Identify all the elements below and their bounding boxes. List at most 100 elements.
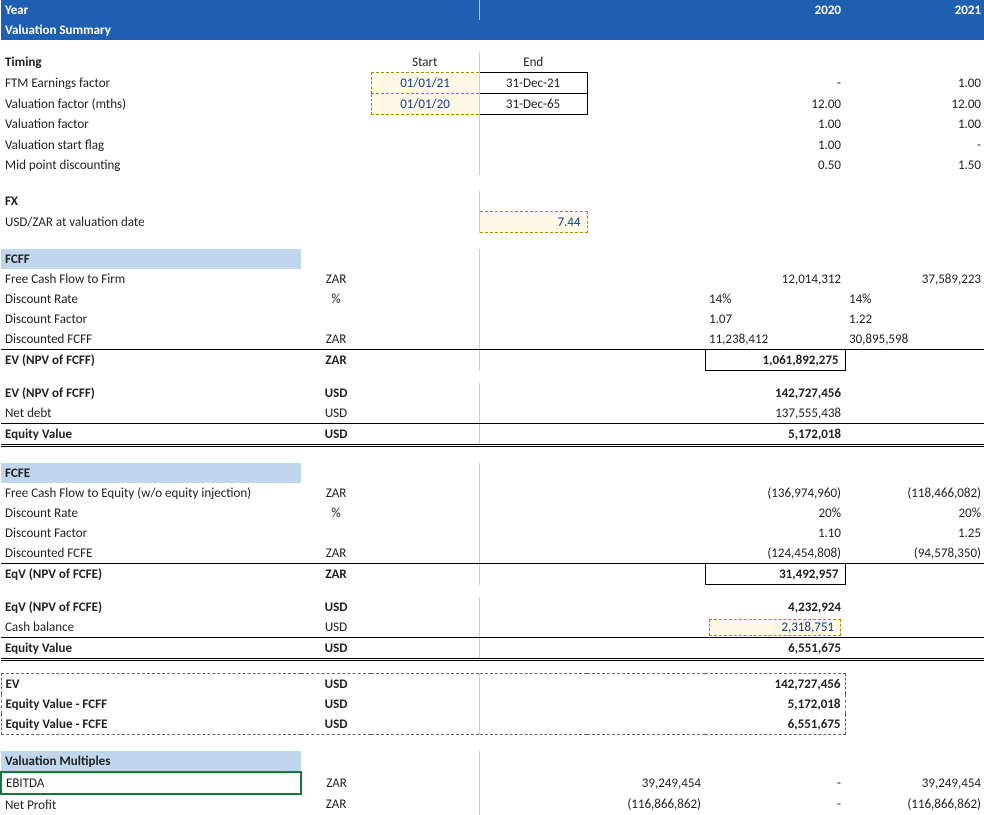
fcfe-title: FCFE <box>1 463 301 483</box>
ebitda-selected-cell: EBITDA <box>1 772 301 794</box>
netprofit-2020: - <box>705 794 845 815</box>
fcfe-eqvusd-2020: 4,232,924 <box>705 597 845 617</box>
fcfe-eqvusd-unit: USD <box>301 597 371 617</box>
netprofit-total: (116,866,862) <box>587 794 705 815</box>
vf-label: Valuation factor <box>1 115 301 136</box>
fcff-disc-label: Discounted FCFF <box>1 329 301 350</box>
ebitda-2021: 39,249,454 <box>845 772 984 794</box>
fcfe-eqv-unit: ZAR <box>301 564 371 585</box>
fcff-evusd-unit: USD <box>301 383 371 403</box>
ebitda-total: 39,249,454 <box>587 772 705 794</box>
timing-start-hdr: Start <box>371 52 479 73</box>
fcff-disc-2020: 11,238,412 <box>705 329 845 350</box>
midpt-label: Mid point discounting <box>1 155 301 175</box>
summary-ev-unit: USD <box>301 674 371 695</box>
fcff-free-unit: ZAR <box>301 269 371 289</box>
fcff-free-label: Free Cash Flow to Firm <box>1 269 301 289</box>
summary-ev-label: EV <box>1 674 301 695</box>
fcff-dfact-2020: 1.07 <box>705 309 845 329</box>
fcff-eqv-label: Equity Value <box>1 424 301 446</box>
fcff-drate-unit: % <box>301 289 371 309</box>
netprofit-2021: (116,866,862) <box>845 794 984 815</box>
vfmths-end[interactable]: 31-Dec-65 <box>479 94 587 115</box>
fcff-drate-label: Discount Rate <box>1 289 301 309</box>
fcfe-cash-label: Cash balance <box>1 617 301 638</box>
hdr-2021: 2021 <box>845 0 984 20</box>
fcff-disc-unit: ZAR <box>301 329 371 350</box>
fcff-free-2020: 12,014,312 <box>705 269 845 289</box>
fcfe-free-2021: (118,466,082) <box>845 483 984 503</box>
ftm-2021: 1.00 <box>845 73 984 94</box>
fx-rate-input[interactable]: 7.44 <box>479 212 587 233</box>
fx-rate-label: USD/ZAR at valuation date <box>1 212 301 233</box>
fcfe-free-2020: (136,974,960) <box>705 483 845 503</box>
header-row: Year 2020 2021 <box>1 0 984 20</box>
vfmths-label: Valuation factor (mths) <box>1 94 301 115</box>
fcfe-eqv-label: EqV (NPV of FCFE) <box>1 564 301 585</box>
fcfe-free-unit: ZAR <box>301 483 371 503</box>
ebitda-unit: ZAR <box>301 772 371 794</box>
fcff-netdebt-2020: 137,555,438 <box>705 403 845 424</box>
fcfe-eqvusd-label: EqV (NPV of FCFE) <box>1 597 301 617</box>
summary-eqvfcff-2020: 5,172,018 <box>705 694 845 714</box>
fcfe-drate-2021: 20% <box>845 503 984 523</box>
fcff-evusd-2020: 142,727,456 <box>705 383 845 403</box>
vf-2021: 1.00 <box>845 115 984 136</box>
fcff-eqv-2020: 5,172,018 <box>705 424 845 446</box>
hdr-year: Year <box>1 0 301 20</box>
summary-ev-2020: 142,727,456 <box>705 674 845 695</box>
fcfe-disc-2020: (124,454,808) <box>705 543 845 564</box>
ebitda-2020: - <box>705 772 845 794</box>
fcfe-equity-2020: 6,551,675 <box>705 638 845 660</box>
fcfe-section: FCFE <box>1 463 984 483</box>
ftm-start-input[interactable]: 01/01/21 <box>371 73 479 94</box>
fcff-ev-2020: 1,061,892,275 <box>705 350 845 371</box>
fcfe-disc-label: Discounted FCFE <box>1 543 301 564</box>
fcff-drate-2021: 14% <box>845 289 984 309</box>
fcff-free-2021: 37,589,223 <box>845 269 984 289</box>
fcff-dfact-2021: 1.22 <box>845 309 984 329</box>
vfmths-start-input[interactable]: 01/01/20 <box>371 94 479 115</box>
fcff-dfact-label: Discount Factor <box>1 309 301 329</box>
fcfe-free-label: Free Cash Flow to Equity (w/o equity inj… <box>1 483 301 503</box>
ftm-end[interactable]: 31-Dec-21 <box>479 73 587 94</box>
fcfe-dfact-label: Discount Factor <box>1 523 301 543</box>
ftm-2020: - <box>705 73 845 94</box>
fcff-netdebt-unit: USD <box>301 403 371 424</box>
fcfe-drate-unit: % <box>301 503 371 523</box>
fcff-section: FCFF <box>1 249 984 269</box>
valuation-sheet[interactable]: Year 2020 2021 Valuation Summary Timing … <box>0 0 984 815</box>
multiples-title: Valuation Multiples <box>1 751 301 772</box>
fcfe-dfact-2021: 1.25 <box>845 523 984 543</box>
fcfe-equity-unit: USD <box>301 638 371 660</box>
vsflag-2020: 1.00 <box>705 135 845 155</box>
vf-2020: 1.00 <box>705 115 845 136</box>
midpt-2021: 1.50 <box>845 155 984 175</box>
fcfe-equity-label: Equity Value <box>1 638 301 660</box>
multiples-section: Valuation Multiples <box>1 751 984 772</box>
vsflag-2021: - <box>845 135 984 155</box>
fcfe-dfact-2020: 1.10 <box>705 523 845 543</box>
fcfe-drate-2020: 20% <box>705 503 845 523</box>
fcfe-cash-unit: USD <box>301 617 371 638</box>
valuation-summary-label: Valuation Summary <box>1 20 984 40</box>
summary-eqvfcfe-unit: USD <box>301 714 371 735</box>
netprofit-label: Net Profit <box>1 794 301 815</box>
fcfe-cash-input[interactable]: 2,318,751 <box>709 619 841 636</box>
fcff-eqv-unit: USD <box>301 424 371 446</box>
ebitda-label[interactable]: EBITDA <box>6 776 44 791</box>
fcfe-eqv-2020: 31,492,957 <box>705 564 845 585</box>
fcff-evusd-label: EV (NPV of FCFF) <box>1 383 301 403</box>
summary-eqvfcfe-label: Equity Value - FCFE <box>1 714 301 735</box>
midpt-2020: 0.50 <box>705 155 845 175</box>
fcff-ev-unit: ZAR <box>301 350 371 371</box>
netprofit-unit: ZAR <box>301 794 371 815</box>
fcfe-disc-unit: ZAR <box>301 543 371 564</box>
fx-title: FX <box>1 191 301 212</box>
fcfe-disc-2021: (94,578,350) <box>845 543 984 564</box>
fcff-disc-2021: 30,895,598 <box>845 329 984 350</box>
summary-eqvfcff-label: Equity Value - FCFF <box>1 694 301 714</box>
vfmths-2021: 12.00 <box>845 94 984 115</box>
subheader-row: Valuation Summary <box>1 20 984 40</box>
timing-title: Timing <box>1 52 301 73</box>
